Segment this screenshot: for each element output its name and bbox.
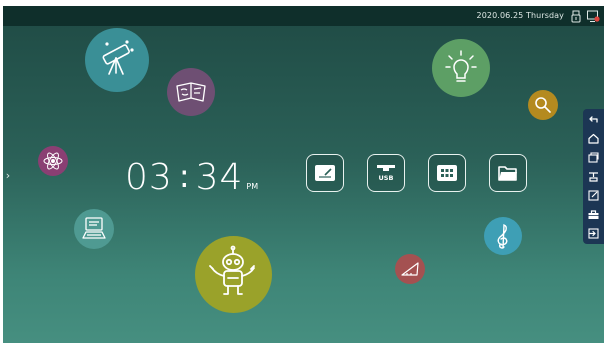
apps-grid-icon xyxy=(437,165,457,181)
clock-separator: : xyxy=(178,157,190,195)
folder-button[interactable] xyxy=(489,154,527,192)
status-bar: 2020.06.25 Thursday xyxy=(3,6,604,26)
lightbulb-bubble[interactable] xyxy=(432,39,490,97)
whiteboard-icon xyxy=(315,165,335,181)
annotation-icon[interactable] xyxy=(587,170,600,183)
left-drawer-handle[interactable]: › xyxy=(3,169,13,183)
usb-label: USB xyxy=(379,174,394,182)
edit-icon[interactable] xyxy=(587,189,600,202)
usb-icon: USB xyxy=(377,165,395,182)
clock-display: 03:34 PM xyxy=(125,157,258,198)
screen-share-icon[interactable] xyxy=(586,9,600,23)
telescope-bubble[interactable] xyxy=(85,28,149,92)
triangle-ruler-icon xyxy=(401,262,419,276)
clock-minutes: 34 xyxy=(195,157,244,198)
music-bubble[interactable] xyxy=(484,217,522,255)
clock-hours: 03 xyxy=(125,157,173,198)
toolbox-icon[interactable] xyxy=(587,208,600,221)
clock-ampm: PM xyxy=(246,182,259,191)
robot-bubble[interactable] xyxy=(195,236,272,313)
magnifier-icon xyxy=(535,97,551,113)
windows-icon[interactable] xyxy=(587,151,600,164)
computer-icon xyxy=(82,217,106,239)
ruler-bubble[interactable] xyxy=(395,254,425,284)
telescope-icon xyxy=(102,40,134,75)
usb-button[interactable]: USB xyxy=(367,154,405,192)
home-icon[interactable] xyxy=(587,132,600,145)
desktop-screen: 2020.06.25 Thursday › 03: 34 PM USB xyxy=(3,6,604,343)
folder-icon xyxy=(498,166,517,181)
lightbulb-icon xyxy=(445,50,477,82)
treble-clef-icon xyxy=(497,224,508,249)
magnifier-bubble[interactable] xyxy=(528,90,558,120)
atom-icon xyxy=(43,152,63,170)
whiteboard-button[interactable] xyxy=(306,154,344,192)
date-time-label: 2020.06.25 Thursday xyxy=(476,11,564,20)
computer-bubble[interactable] xyxy=(74,209,114,249)
notebook-bubble[interactable] xyxy=(167,68,215,116)
apps-button[interactable] xyxy=(428,154,466,192)
notebook-icon xyxy=(176,82,206,102)
robot-icon xyxy=(209,245,255,295)
side-toolbar xyxy=(583,109,604,244)
input-source-icon[interactable] xyxy=(587,227,600,240)
atom-bubble[interactable] xyxy=(38,146,68,176)
back-icon[interactable] xyxy=(587,113,600,126)
usb-drive-icon[interactable] xyxy=(569,9,583,23)
